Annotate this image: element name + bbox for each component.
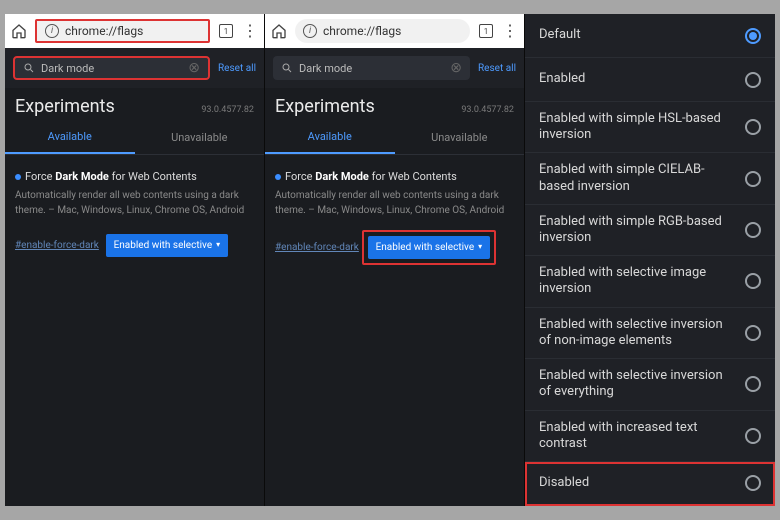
clear-search-icon[interactable]: ⊗	[450, 60, 462, 76]
experiments-header: Experiments 93.0.4577.82	[265, 88, 524, 121]
feature-select-wrap: Enabled with selective ▾	[362, 230, 497, 265]
option-label: Enabled with selective image inversion	[539, 265, 745, 298]
radio-icon[interactable]	[745, 119, 761, 135]
home-icon[interactable]	[271, 23, 287, 39]
panel-3-options: Default Enabled Enabled with simple HSL-ba…	[525, 14, 775, 506]
search-input[interactable]: Dark mode ⊗	[273, 56, 470, 80]
radio-icon[interactable]	[745, 428, 761, 444]
tab-available[interactable]: Available	[5, 121, 135, 154]
tab-unavailable[interactable]: Unavailable	[395, 121, 525, 154]
panel-2: i chrome://flags 1 ⋮ Dark mode ⊗ Reset a…	[265, 14, 525, 506]
option-label: Enabled with selective inversion of ever…	[539, 368, 745, 401]
home-icon[interactable]	[11, 23, 27, 39]
option-label: Default	[539, 27, 591, 43]
option-row[interactable]: Enabled with simple RGB-based inversion	[525, 205, 775, 256]
radio-icon[interactable]	[745, 273, 761, 289]
option-label: Enabled	[539, 71, 595, 87]
radio-icon[interactable]	[745, 171, 761, 187]
radio-icon[interactable]	[745, 28, 761, 44]
feature-hash-link[interactable]: #enable-force-dark	[275, 240, 359, 255]
chevron-down-icon: ▾	[478, 241, 482, 253]
feature-select-value: Enabled with selective	[114, 238, 213, 253]
chevron-down-icon: ▾	[216, 239, 220, 251]
option-row[interactable]: Enabled with selective inversion of ever…	[525, 359, 775, 410]
option-label: Enabled with simple CIELAB-based inversi…	[539, 162, 745, 195]
tabs-icon[interactable]: 1	[478, 23, 494, 39]
radio-icon[interactable]	[745, 325, 761, 341]
feature-select[interactable]: Enabled with selective ▾	[368, 236, 491, 259]
url-text: chrome://flags	[323, 24, 401, 38]
option-label: Enabled with increased text contrast	[539, 420, 745, 453]
info-icon: i	[303, 24, 317, 38]
url-text: chrome://flags	[65, 24, 143, 38]
version-text: 93.0.4577.82	[461, 105, 514, 115]
status-dot-icon	[15, 174, 21, 180]
info-icon: i	[45, 24, 59, 38]
clear-search-icon[interactable]: ⊗	[188, 60, 200, 76]
option-label: Enabled with selective inversion of non-…	[539, 317, 745, 350]
tab-unavailable[interactable]: Unavailable	[135, 121, 265, 154]
radio-icon[interactable]	[745, 72, 761, 88]
overflow-menu-icon[interactable]: ⋮	[242, 23, 258, 39]
reset-all-link[interactable]: Reset all	[478, 63, 516, 74]
version-text: 93.0.4577.82	[201, 105, 254, 115]
radio-icon[interactable]	[745, 475, 761, 491]
option-label: Enabled with simple RGB-based inversion	[539, 214, 745, 247]
feature-block: Force Dark Mode for Web Contents Automat…	[5, 155, 264, 275]
reset-all-link[interactable]: Reset all	[218, 63, 256, 74]
radio-icon[interactable]	[745, 222, 761, 238]
tabs-icon[interactable]: 1	[218, 23, 234, 39]
tabs: Available Unavailable	[5, 121, 264, 155]
feature-select[interactable]: Enabled with selective ▾	[106, 234, 229, 257]
search-value: Dark mode	[299, 62, 444, 75]
tabs: Available Unavailable	[265, 121, 524, 155]
search-row: Dark mode ⊗ Reset all	[5, 48, 264, 88]
feature-description: Automatically render all web contents us…	[275, 188, 514, 218]
feature-block: Force Dark Mode for Web Contents Automat…	[265, 155, 524, 279]
option-label: Enabled with simple HSL-based inversion	[539, 111, 745, 144]
radio-icon[interactable]	[745, 376, 761, 392]
option-row[interactable]: Default	[525, 14, 775, 58]
overflow-menu-icon[interactable]: ⋮	[502, 23, 518, 39]
feature-select-value: Enabled with selective	[376, 240, 475, 255]
options-list: Default Enabled Enabled with simple HSL-ba…	[525, 14, 775, 506]
feature-title: Force Dark Mode for Web Contents	[275, 169, 514, 186]
page-title: Experiments	[275, 96, 375, 117]
address-bar: i chrome://flags 1 ⋮	[5, 14, 264, 48]
option-row[interactable]: Enabled with increased text contrast	[525, 411, 775, 462]
search-row: Dark mode ⊗ Reset all	[265, 48, 524, 88]
tutorial-composite: i chrome://flags 1 ⋮ Dark mode ⊗ Reset a…	[5, 14, 775, 506]
panel-1: i chrome://flags 1 ⋮ Dark mode ⊗ Reset a…	[5, 14, 265, 506]
search-icon	[281, 62, 293, 74]
option-label: Disabled	[539, 475, 599, 491]
option-row[interactable]: Disabled	[525, 462, 775, 506]
search-value: Dark mode	[41, 62, 182, 75]
feature-select-wrap: Enabled with selective ▾	[102, 230, 233, 261]
option-row[interactable]: Enabled	[525, 58, 775, 102]
search-input[interactable]: Dark mode ⊗	[13, 56, 210, 80]
url-field[interactable]: i chrome://flags	[295, 19, 470, 43]
option-row[interactable]: Enabled with selective inversion of non-…	[525, 308, 775, 359]
option-row[interactable]: Enabled with simple HSL-based inversion	[525, 102, 775, 153]
option-row[interactable]: Enabled with simple CIELAB-based inversi…	[525, 153, 775, 204]
url-field[interactable]: i chrome://flags	[35, 19, 210, 43]
feature-description: Automatically render all web contents us…	[15, 188, 254, 218]
search-icon	[23, 62, 35, 74]
option-row[interactable]: Enabled with selective image inversion	[525, 256, 775, 307]
address-bar: i chrome://flags 1 ⋮	[265, 14, 524, 48]
page-title: Experiments	[15, 96, 115, 117]
status-dot-icon	[275, 174, 281, 180]
tab-available[interactable]: Available	[265, 121, 395, 154]
feature-title: Force Dark Mode for Web Contents	[15, 169, 254, 186]
feature-hash-link[interactable]: #enable-force-dark	[15, 238, 99, 253]
experiments-header: Experiments 93.0.4577.82	[5, 88, 264, 121]
